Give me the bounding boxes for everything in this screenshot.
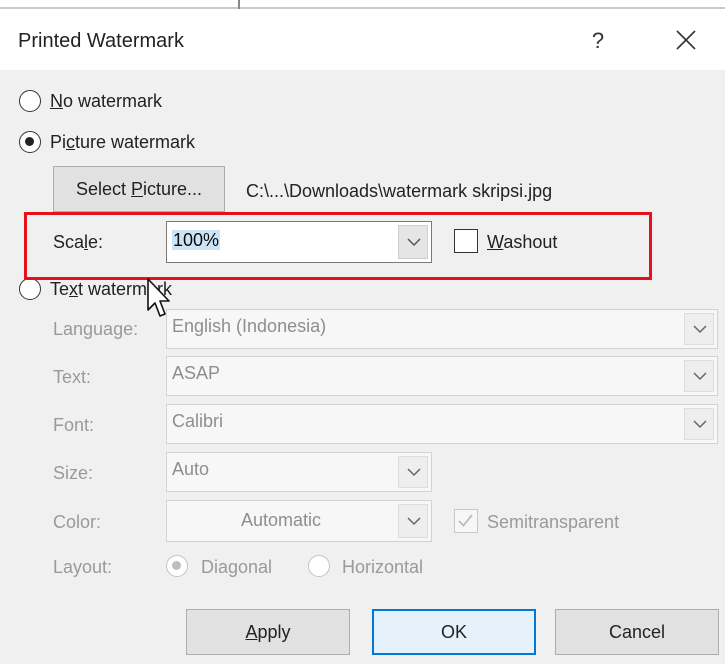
font-label: Font:: [53, 415, 95, 435]
text-value: ASAP: [172, 363, 221, 383]
chevron-down-icon: [407, 468, 421, 477]
no-watermark-radio[interactable]: [19, 90, 41, 112]
layout-diagonal-label[interactable]: Diagonal: [201, 557, 272, 578]
language-value: English (Indonesia): [172, 316, 327, 336]
language-label: Language:: [53, 319, 139, 339]
window-edge-tick: [238, 0, 240, 9]
help-button[interactable]: ?: [583, 24, 613, 58]
font-dropdown-button[interactable]: [684, 408, 714, 440]
apply-button[interactable]: Apply: [186, 609, 350, 655]
font-value: Calibri: [172, 411, 224, 431]
picture-path: C:\...\Downloads\watermark skripsi.jpg: [246, 181, 553, 201]
text-dropdown-button[interactable]: [684, 360, 714, 392]
size-dropdown-button[interactable]: [398, 456, 428, 488]
cancel-button[interactable]: Cancel: [555, 609, 719, 655]
semitransparent-checkbox[interactable]: [454, 509, 478, 533]
language-dropdown-button[interactable]: [684, 313, 714, 345]
close-icon: [676, 30, 696, 50]
close-button[interactable]: [668, 24, 704, 58]
window-top-edge: [0, 7, 725, 9]
color-label: Color:: [53, 512, 102, 532]
color-combobox[interactable]: Automatic: [166, 500, 432, 542]
size-value: Auto: [172, 459, 210, 479]
layout-horizontal-label[interactable]: Horizontal: [342, 557, 423, 578]
color-value: Automatic: [240, 510, 322, 530]
ok-button[interactable]: OK: [372, 609, 536, 655]
font-combobox[interactable]: Calibri: [166, 404, 718, 444]
layout-horizontal-radio[interactable]: [308, 555, 330, 577]
semitransparent-label[interactable]: Semitransparent: [487, 512, 619, 533]
picture-watermark-label[interactable]: Picture watermark: [50, 132, 195, 153]
picture-watermark-radio[interactable]: [19, 131, 41, 153]
layout-label: Layout:: [53, 557, 113, 577]
dialog-title: Printed Watermark: [18, 30, 184, 52]
chevron-down-icon: [693, 420, 707, 429]
size-label: Size:: [53, 463, 94, 483]
chevron-down-icon: [693, 325, 707, 334]
chevron-down-icon: [407, 517, 421, 526]
size-combobox[interactable]: Auto: [166, 452, 432, 492]
text-label: Text:: [53, 367, 92, 387]
checkmark-icon: [458, 514, 473, 527]
select-picture-button[interactable]: Select Picture...: [53, 166, 225, 212]
no-watermark-label[interactable]: No watermark: [50, 91, 162, 112]
chevron-down-icon: [693, 372, 707, 381]
text-watermark-radio[interactable]: [19, 278, 41, 300]
text-combobox[interactable]: ASAP: [166, 356, 718, 396]
layout-diagonal-radio[interactable]: [166, 555, 188, 577]
language-combobox[interactable]: English (Indonesia): [166, 309, 718, 349]
color-dropdown-button[interactable]: [398, 504, 428, 538]
mouse-cursor-icon: [146, 278, 170, 327]
annotation-highlight-box: [24, 212, 652, 280]
